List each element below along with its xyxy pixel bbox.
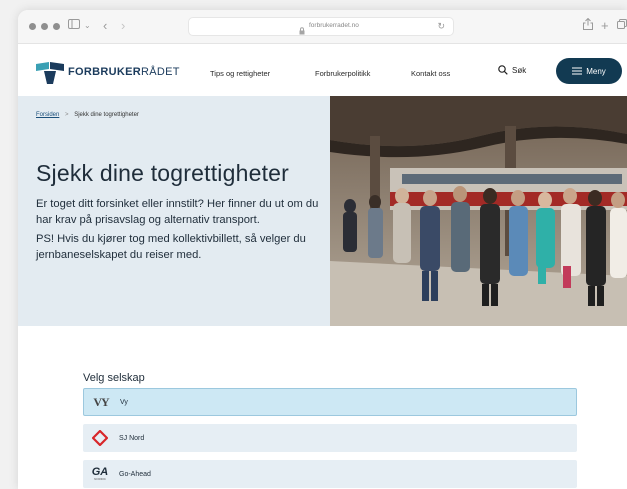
chevron-down-icon[interactable]: ⌄ — [84, 18, 91, 34]
url-text: forbrukerradet.no — [309, 22, 359, 29]
tabs-icon[interactable] — [617, 18, 627, 34]
hamburger-icon — [572, 67, 583, 75]
intro-paragraph-2: PS! Hvis du kjører tog med kollektivbill… — [36, 233, 306, 261]
vy-logo-text: VY — [93, 394, 109, 409]
site-logo[interactable]: FORBRUKERRÅDET — [68, 66, 180, 78]
breadcrumb-separator: > — [65, 112, 69, 118]
menu-button[interactable]: Meny — [556, 58, 622, 84]
zoom-dot[interactable] — [53, 23, 60, 30]
site-header: FORBRUKERRÅDET Tips og rettigheter Forbr… — [18, 44, 627, 96]
company-selector: Velg selskap VY Vy SJ Nord GA NORDIC Go-… — [18, 326, 627, 489]
vy-logo-icon: VY — [88, 392, 114, 412]
page-title: Sjekk dine togrettigheter — [36, 160, 290, 186]
close-dot[interactable] — [29, 23, 36, 30]
logo-text-bold: FORBRUKER — [68, 66, 141, 78]
hero-photo — [330, 96, 627, 326]
hero-section: Forsiden > Sjekk dine togrettigheter Sje… — [18, 96, 627, 326]
company-option-sj-nord[interactable]: SJ Nord — [83, 424, 577, 452]
sj-diamond-icon — [87, 428, 113, 448]
new-tab-icon[interactable]: + — [601, 18, 609, 34]
train-platform-image — [330, 96, 627, 326]
back-icon[interactable]: ‹ — [103, 18, 107, 34]
reload-icon[interactable]: ↻ — [437, 21, 445, 32]
go-ahead-logo-icon: GA NORDIC — [87, 464, 113, 484]
company-name: Go-Ahead — [119, 470, 151, 478]
nav-tips-og-rettigheter[interactable]: Tips og rettigheter — [210, 69, 270, 78]
sidebar-icon[interactable] — [68, 18, 80, 34]
nav-kontakt-oss[interactable]: Kontakt oss — [411, 69, 450, 78]
company-option-go-ahead[interactable]: GA NORDIC Go-Ahead — [83, 460, 577, 488]
search-label: Søk — [512, 65, 527, 75]
breadcrumb-home-link[interactable]: Forsiden — [36, 112, 59, 118]
go-ahead-logo-subtext: NORDIC — [94, 477, 106, 481]
breadcrumb-current: Sjekk dine togrettigheter — [74, 112, 139, 118]
address-bar[interactable]: forbrukerradet.no ↻ — [188, 17, 454, 36]
company-option-vy[interactable]: VY Vy — [83, 388, 577, 416]
search-icon — [498, 65, 508, 75]
hero-intro: Er toget ditt forsinket eller innstilt? … — [36, 197, 332, 267]
intro-paragraph-1: Er toget ditt forsinket eller innstilt? … — [36, 198, 319, 226]
company-name: Vy — [120, 398, 128, 406]
forward-icon[interactable]: › — [121, 18, 125, 34]
share-icon[interactable] — [583, 17, 593, 34]
selector-label: Velg selskap — [83, 372, 145, 384]
menu-label: Meny — [586, 66, 606, 76]
browser-window: ⌄ ‹ › forbrukerradet.no ↻ + FORBRUKERRÅD… — [18, 10, 627, 489]
breadcrumb: Forsiden > Sjekk dine togrettigheter — [36, 112, 139, 118]
minimize-dot[interactable] — [41, 23, 48, 30]
nav-forbrukerpolitikk[interactable]: Forbrukerpolitikk — [315, 69, 370, 78]
search-button[interactable]: Søk — [498, 65, 526, 75]
forbrukerradet-logo-icon[interactable] — [36, 62, 64, 89]
window-controls — [29, 23, 60, 30]
logo-text-thin: RÅDET — [140, 66, 180, 78]
lock-icon — [299, 22, 305, 35]
company-name: SJ Nord — [119, 434, 145, 442]
browser-toolbar: ⌄ ‹ › forbrukerradet.no ↻ + — [18, 10, 627, 44]
